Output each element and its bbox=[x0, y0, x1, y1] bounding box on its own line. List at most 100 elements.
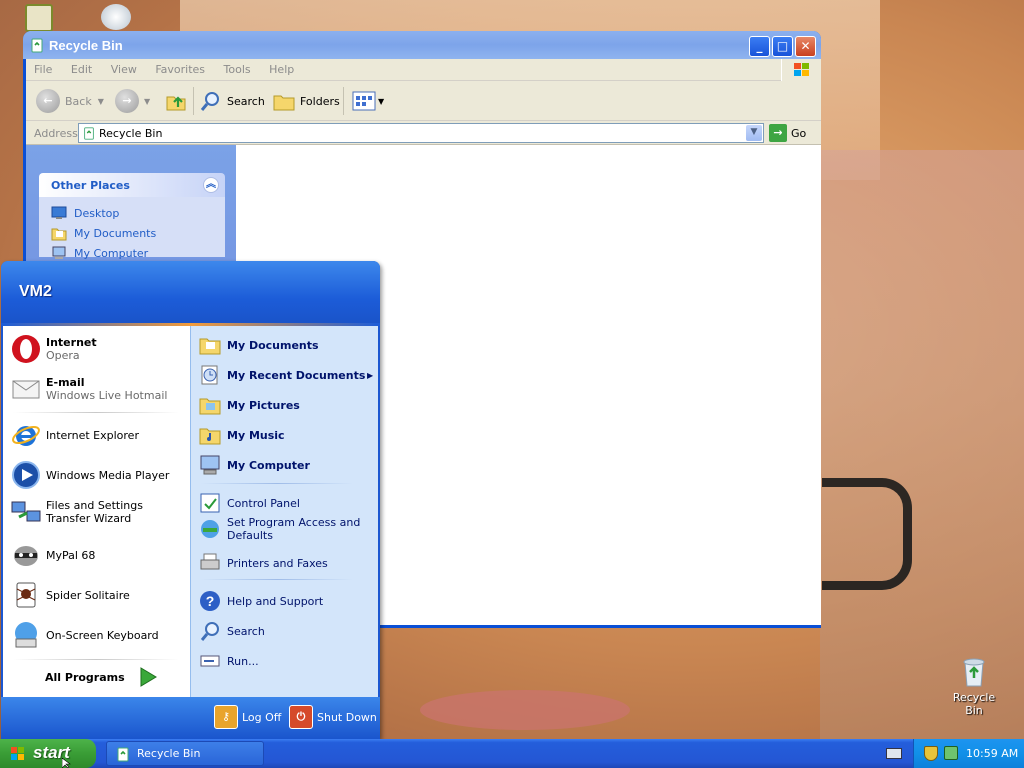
wallpaper-background bbox=[820, 150, 1024, 740]
recent-files-settings-transfer-label: Files and Settings Transfer Wizard bbox=[46, 499, 143, 525]
collapse-chevron-icon[interactable]: ︽ bbox=[203, 177, 219, 193]
recycle-bin-icon bbox=[29, 37, 45, 53]
menu-edit[interactable]: Edit bbox=[63, 59, 99, 76]
right-my-recent-documents-label: My Recent Documents bbox=[227, 368, 366, 382]
other-places-list: Desktop My Documents My Computer bbox=[39, 197, 225, 260]
maximize-button[interactable]: □ bbox=[772, 36, 793, 57]
recent-spider-solitaire[interactable]: Spider Solitaire bbox=[11, 580, 130, 610]
right-separator-2 bbox=[201, 579, 353, 580]
pinned-email-title: E-mail bbox=[46, 376, 85, 389]
go-label: Go bbox=[791, 126, 807, 140]
up-folder-icon bbox=[166, 96, 186, 111]
spider-solitaire-icon bbox=[16, 582, 36, 608]
start-menu-footer: ⚷ Log Off ⏻ Shut Down bbox=[1, 697, 380, 739]
right-control-panel-label: Control Panel bbox=[227, 496, 300, 510]
all-programs-button[interactable]: All Programs bbox=[45, 666, 159, 688]
recent-internet-explorer[interactable]: Internet Explorer bbox=[11, 420, 139, 450]
menu-favorites[interactable]: Favorites bbox=[147, 59, 212, 76]
recent-spider-solitaire-label: Spider Solitaire bbox=[46, 588, 130, 602]
pinned-internet[interactable]: Internet Opera bbox=[11, 334, 97, 364]
right-my-music-label: My Music bbox=[227, 428, 285, 442]
search-label: Search bbox=[227, 94, 265, 108]
place-my-documents-label: My Documents bbox=[74, 226, 157, 240]
forward-button[interactable]: → ▼ bbox=[115, 89, 150, 113]
toolbar-separator bbox=[343, 87, 344, 115]
place-my-computer-label: My Computer bbox=[74, 246, 149, 260]
pinned-email[interactable]: E-mail Windows Live Hotmail bbox=[11, 374, 167, 404]
go-arrow-icon: → bbox=[769, 124, 787, 142]
back-button[interactable]: ← Back ▼ bbox=[36, 89, 104, 113]
desktop-icon-partial-1[interactable] bbox=[25, 4, 53, 32]
taskbar-recycle-bin[interactable]: Recycle Bin bbox=[106, 741, 264, 766]
desktop-icon bbox=[51, 206, 67, 219]
right-control-panel[interactable]: Control Panel bbox=[199, 492, 300, 514]
start-button[interactable]: start bbox=[0, 739, 96, 768]
right-run[interactable]: Run... bbox=[199, 650, 259, 672]
desktop-icon-partial-2[interactable] bbox=[101, 4, 131, 30]
right-separator-1 bbox=[201, 483, 353, 484]
submenu-arrow-icon: ▶ bbox=[367, 370, 374, 380]
minimize-button[interactable]: _ bbox=[749, 36, 770, 57]
search-icon bbox=[200, 622, 219, 641]
up-folder-button[interactable] bbox=[164, 89, 188, 113]
menu-tools[interactable]: Tools bbox=[216, 59, 258, 76]
search-button[interactable]: Search bbox=[199, 89, 265, 113]
taskbar-task-label: Recycle Bin bbox=[137, 747, 201, 760]
address-label: Address bbox=[34, 127, 78, 140]
log-off-key-icon: ⚷ bbox=[214, 705, 238, 729]
views-icon bbox=[352, 91, 376, 111]
system-tray: 10:59 AM bbox=[913, 739, 1024, 768]
address-dropdown-icon[interactable]: ▼ bbox=[746, 125, 762, 141]
title-bar[interactable]: Recycle Bin _ □ ✕ bbox=[23, 31, 821, 59]
address-bar: Address Recycle Bin ▼ → Go bbox=[26, 121, 821, 145]
menu-file[interactable]: File bbox=[26, 59, 59, 76]
right-my-computer[interactable]: My Computer bbox=[199, 454, 310, 476]
my-computer-icon bbox=[200, 455, 220, 475]
right-my-recent-documents[interactable]: My Recent Documents ▶ bbox=[199, 364, 375, 386]
recent-on-screen-keyboard[interactable]: On-Screen Keyboard bbox=[11, 620, 159, 650]
place-my-computer[interactable]: My Computer bbox=[51, 243, 225, 263]
keyboard-tray-icon[interactable] bbox=[886, 748, 902, 759]
toolbar: ← Back ▼ → ▼ Search Folders ▼ bbox=[26, 81, 821, 121]
clock[interactable]: 10:59 AM bbox=[966, 747, 1018, 760]
mouse-cursor-icon bbox=[62, 758, 71, 768]
right-my-music[interactable]: My Music bbox=[199, 424, 285, 446]
go-button[interactable]: → Go bbox=[769, 123, 806, 143]
recent-files-settings-transfer[interactable]: Files and Settings Transfer Wizard bbox=[11, 497, 187, 527]
log-off-button[interactable]: ⚷ Log Off bbox=[214, 705, 281, 729]
folders-button[interactable]: Folders bbox=[272, 89, 340, 113]
forward-dropdown-icon: ▼ bbox=[144, 96, 151, 106]
other-places-header[interactable]: Other Places ︽ bbox=[39, 173, 225, 197]
svg-text:?: ? bbox=[206, 593, 215, 609]
all-programs-separator bbox=[13, 659, 179, 660]
taskbar: start Recycle Bin 10:59 AM bbox=[0, 739, 1024, 768]
close-button[interactable]: ✕ bbox=[795, 36, 816, 57]
windows-logo-icon bbox=[781, 59, 821, 81]
desktop-recycle-bin[interactable]: Recycle Bin bbox=[943, 656, 1005, 717]
address-field[interactable]: Recycle Bin ▼ bbox=[78, 123, 764, 143]
help-icon: ? bbox=[200, 591, 220, 611]
green-arrow-icon bbox=[140, 667, 157, 687]
network-icon[interactable] bbox=[944, 746, 958, 760]
views-button[interactable]: ▼ bbox=[352, 89, 384, 113]
right-set-program-access[interactable]: Set Program Access and Defaults bbox=[199, 516, 375, 542]
menu-help[interactable]: Help bbox=[261, 59, 301, 76]
window-title: Recycle Bin bbox=[49, 38, 123, 53]
menu-view[interactable]: View bbox=[103, 59, 144, 76]
place-my-documents[interactable]: My Documents bbox=[51, 223, 225, 243]
recent-mypal[interactable]: MyPal 68 bbox=[11, 540, 95, 570]
security-shield-icon[interactable] bbox=[924, 746, 938, 761]
places-column: My Documents My Recent Documents ▶ My Pi… bbox=[190, 326, 378, 697]
recent-windows-media-player[interactable]: Windows Media Player bbox=[11, 460, 169, 490]
right-help-support[interactable]: ? Help and Support bbox=[199, 590, 323, 612]
shut-down-button[interactable]: ⏻ Shut Down bbox=[289, 705, 377, 729]
right-search[interactable]: Search bbox=[199, 620, 265, 642]
right-my-documents[interactable]: My Documents bbox=[199, 334, 319, 356]
right-my-pictures[interactable]: My Pictures bbox=[199, 394, 300, 416]
pinned-internet-sub: Opera bbox=[46, 349, 80, 362]
right-my-documents-label: My Documents bbox=[227, 338, 319, 352]
right-printers-faxes[interactable]: Printers and Faxes bbox=[199, 552, 328, 574]
log-off-label: Log Off bbox=[242, 710, 282, 724]
pinned-separator bbox=[13, 412, 179, 413]
place-desktop[interactable]: Desktop bbox=[51, 203, 225, 223]
